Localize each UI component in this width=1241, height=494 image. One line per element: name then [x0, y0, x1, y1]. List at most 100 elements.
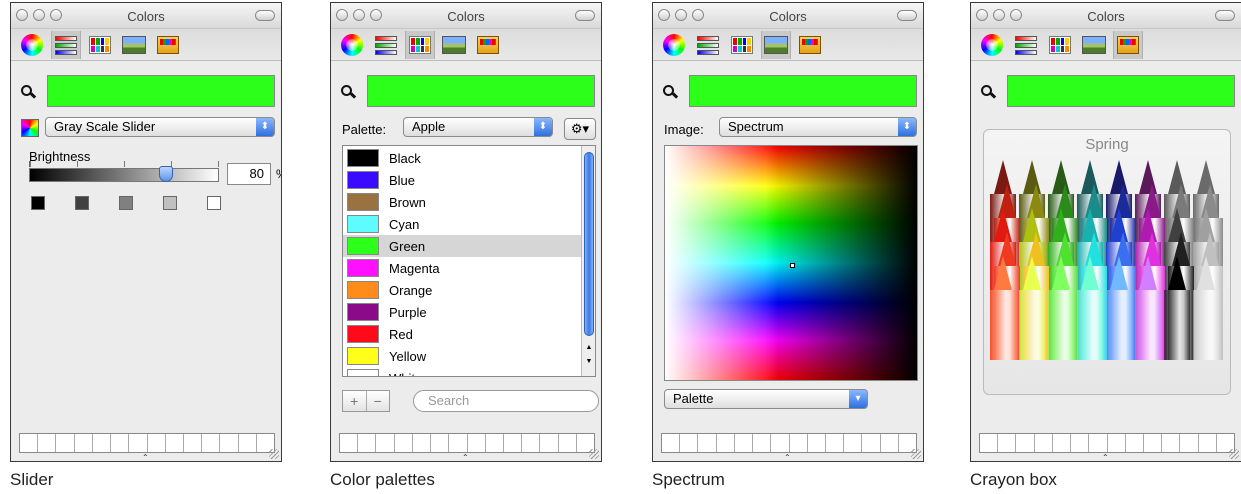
current-color-well[interactable] [689, 75, 917, 107]
title-bar[interactable]: Colors [331, 3, 601, 29]
swatch-slot[interactable] [485, 434, 504, 452]
swatch-slot[interactable] [880, 434, 899, 452]
swatch-slot[interactable] [147, 434, 166, 452]
palette-search-input[interactable]: Search [413, 390, 599, 412]
swatch-slot[interactable] [753, 434, 772, 452]
swatch-slot[interactable] [662, 434, 681, 452]
crayon[interactable] [1019, 256, 1045, 360]
toolbar-toggle-button[interactable] [897, 10, 917, 21]
slider-mode-popup[interactable]: Gray Scale Slider ⬍ [45, 117, 275, 137]
swatch-slot[interactable] [238, 434, 257, 452]
swatch-slot[interactable] [522, 434, 541, 452]
swatch-slot[interactable] [1034, 434, 1053, 452]
crayon[interactable] [990, 256, 1016, 360]
swatch-slot[interactable] [1107, 434, 1126, 452]
gray-preset-swatch[interactable] [163, 196, 177, 210]
swatch-slot[interactable] [716, 434, 735, 452]
palette-color-row[interactable]: Blue [343, 169, 583, 191]
tool-crayons[interactable] [1113, 31, 1143, 59]
palette-popup[interactable]: Apple ⬍ [403, 117, 553, 137]
crayon[interactable] [1135, 256, 1161, 360]
magnifier-icon[interactable] [981, 85, 997, 99]
swatch-slot[interactable] [825, 434, 845, 452]
palette-color-row[interactable]: Red [343, 323, 583, 345]
magnifier-icon[interactable] [663, 85, 679, 99]
palette-color-row[interactable]: Green [343, 235, 583, 257]
swatch-slot[interactable] [1198, 434, 1217, 452]
swatch-well[interactable] [979, 433, 1235, 453]
swatch-slot[interactable] [807, 434, 826, 452]
crayon[interactable] [1048, 256, 1074, 360]
swatch-slot[interactable] [165, 434, 184, 452]
gray-preset-swatch[interactable] [31, 196, 45, 210]
scroll-down-icon[interactable]: ▼ [582, 356, 595, 368]
tool-image-palettes[interactable] [119, 31, 149, 59]
brightness-value-field[interactable]: 80 [227, 163, 271, 185]
current-color-well[interactable] [1007, 75, 1235, 107]
swatch-well-handle-icon[interactable]: ⌃ [784, 453, 791, 461]
resize-grip[interactable] [1229, 449, 1239, 459]
tool-color-palettes[interactable] [727, 31, 757, 59]
swatch-slot[interactable] [698, 434, 717, 452]
tool-crayons[interactable] [153, 31, 183, 59]
swatch-slot[interactable] [220, 434, 239, 452]
crayon[interactable] [1106, 256, 1132, 360]
swatch-slot[interactable] [998, 434, 1017, 452]
tool-color-sliders[interactable] [51, 31, 81, 59]
swatch-slot[interactable] [771, 434, 790, 452]
swatch-slot[interactable] [74, 434, 93, 452]
tool-color-palettes[interactable] [405, 31, 435, 59]
swatch-slot[interactable] [449, 434, 468, 452]
vertical-scrollbar[interactable]: ▲ ▼ [581, 146, 595, 376]
tool-image-palettes[interactable] [1079, 31, 1109, 59]
swatch-well[interactable] [339, 433, 595, 453]
gray-preset-swatch[interactable] [119, 196, 133, 210]
title-bar[interactable]: Colors [653, 3, 923, 29]
scroll-up-icon[interactable]: ▲ [582, 342, 595, 354]
tool-image-palettes[interactable] [439, 31, 469, 59]
swatch-well-handle-icon[interactable]: ⌃ [1102, 453, 1109, 461]
brightness-slider-thumb[interactable] [159, 166, 173, 182]
scrollbar-thumb[interactable] [584, 152, 594, 336]
tool-color-palettes[interactable] [1045, 31, 1075, 59]
swatch-slot[interactable] [376, 434, 395, 452]
swatch-slot[interactable] [1162, 434, 1181, 452]
gray-preset-swatch[interactable] [75, 196, 89, 210]
swatch-well-handle-icon[interactable]: ⌃ [462, 453, 469, 461]
brightness-slider-track[interactable] [29, 168, 219, 182]
palette-color-list[interactable]: Black Blue Brown Cyan Green Magenta Orange Purp… [342, 145, 596, 377]
palette-color-row[interactable]: Brown [343, 191, 583, 213]
swatch-slot[interactable] [540, 434, 559, 452]
title-bar[interactable]: Colors [11, 3, 281, 29]
toolbar-toggle-button[interactable] [255, 10, 275, 21]
swatch-slot[interactable] [1052, 434, 1072, 452]
current-color-well[interactable] [367, 75, 595, 107]
swatch-well[interactable] [19, 433, 275, 453]
tool-color-sliders[interactable] [1011, 31, 1041, 59]
resize-grip[interactable] [269, 449, 279, 459]
title-bar[interactable]: Colors [971, 3, 1241, 29]
resize-grip[interactable] [911, 449, 921, 459]
palette-color-row[interactable]: Orange [343, 279, 583, 301]
swatch-slot[interactable] [38, 434, 57, 452]
image-popup[interactable]: Spectrum ⬍ [719, 117, 917, 137]
crayon[interactable] [1193, 256, 1219, 360]
swatch-slot[interactable] [358, 434, 377, 452]
swatch-slot[interactable] [92, 434, 112, 452]
palette-color-row[interactable]: Yellow [343, 345, 583, 367]
tool-color-palettes[interactable] [85, 31, 115, 59]
resize-grip[interactable] [589, 449, 599, 459]
gray-preset-swatch[interactable] [207, 196, 221, 210]
current-color-well[interactable] [47, 75, 275, 107]
swatch-slot[interactable] [558, 434, 577, 452]
swatch-slot[interactable] [56, 434, 75, 452]
swatch-slot[interactable] [980, 434, 999, 452]
swatch-slot[interactable] [1180, 434, 1199, 452]
crayon[interactable] [1077, 256, 1103, 360]
swatch-slot[interactable] [1125, 434, 1144, 452]
palette-color-row[interactable]: Purple [343, 301, 583, 323]
tool-crayons[interactable] [473, 31, 503, 59]
tool-color-sliders[interactable] [693, 31, 723, 59]
swatch-well-handle-icon[interactable]: ⌃ [142, 453, 149, 461]
toolbar-toggle-button[interactable] [575, 10, 595, 21]
